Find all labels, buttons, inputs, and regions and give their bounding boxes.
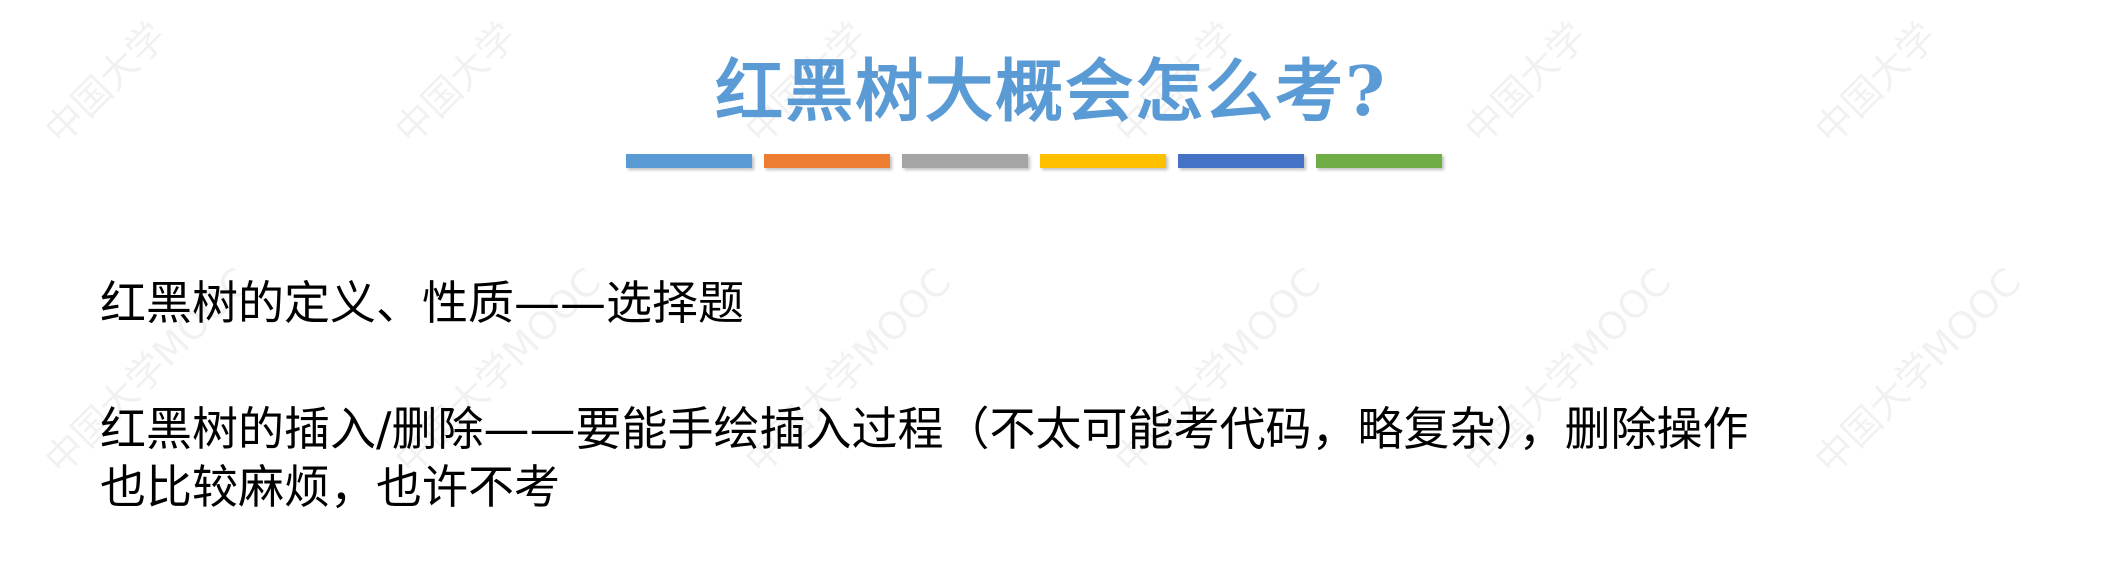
divider-bar-green [1316, 154, 1442, 168]
divider-bar-orange [764, 154, 890, 168]
color-bar-divider [626, 154, 1442, 168]
divider-bar-darkblue [1178, 154, 1304, 168]
slide: 中国大学 中国大学 中国大学 中国大学 中国大学 中国大学 中国大学MOOC 中… [0, 0, 2102, 570]
body-line-definition: 红黑树的定义、性质——选择题 [100, 276, 744, 330]
body-line-insert-delete-cont: 也比较麻烦，也许不考 [100, 460, 560, 514]
divider-bar-gray [902, 154, 1028, 168]
divider-bar-yellow [1040, 154, 1166, 168]
slide-title: 红黑树大概会怎么考? [715, 52, 1387, 132]
watermark: 中国大学MOOC [1806, 259, 2030, 483]
divider-bar-blue [626, 154, 752, 168]
body-line-insert-delete: 红黑树的插入/删除——要能手绘插入过程（不太可能考代码，略复杂），删除操作 [100, 402, 1749, 456]
